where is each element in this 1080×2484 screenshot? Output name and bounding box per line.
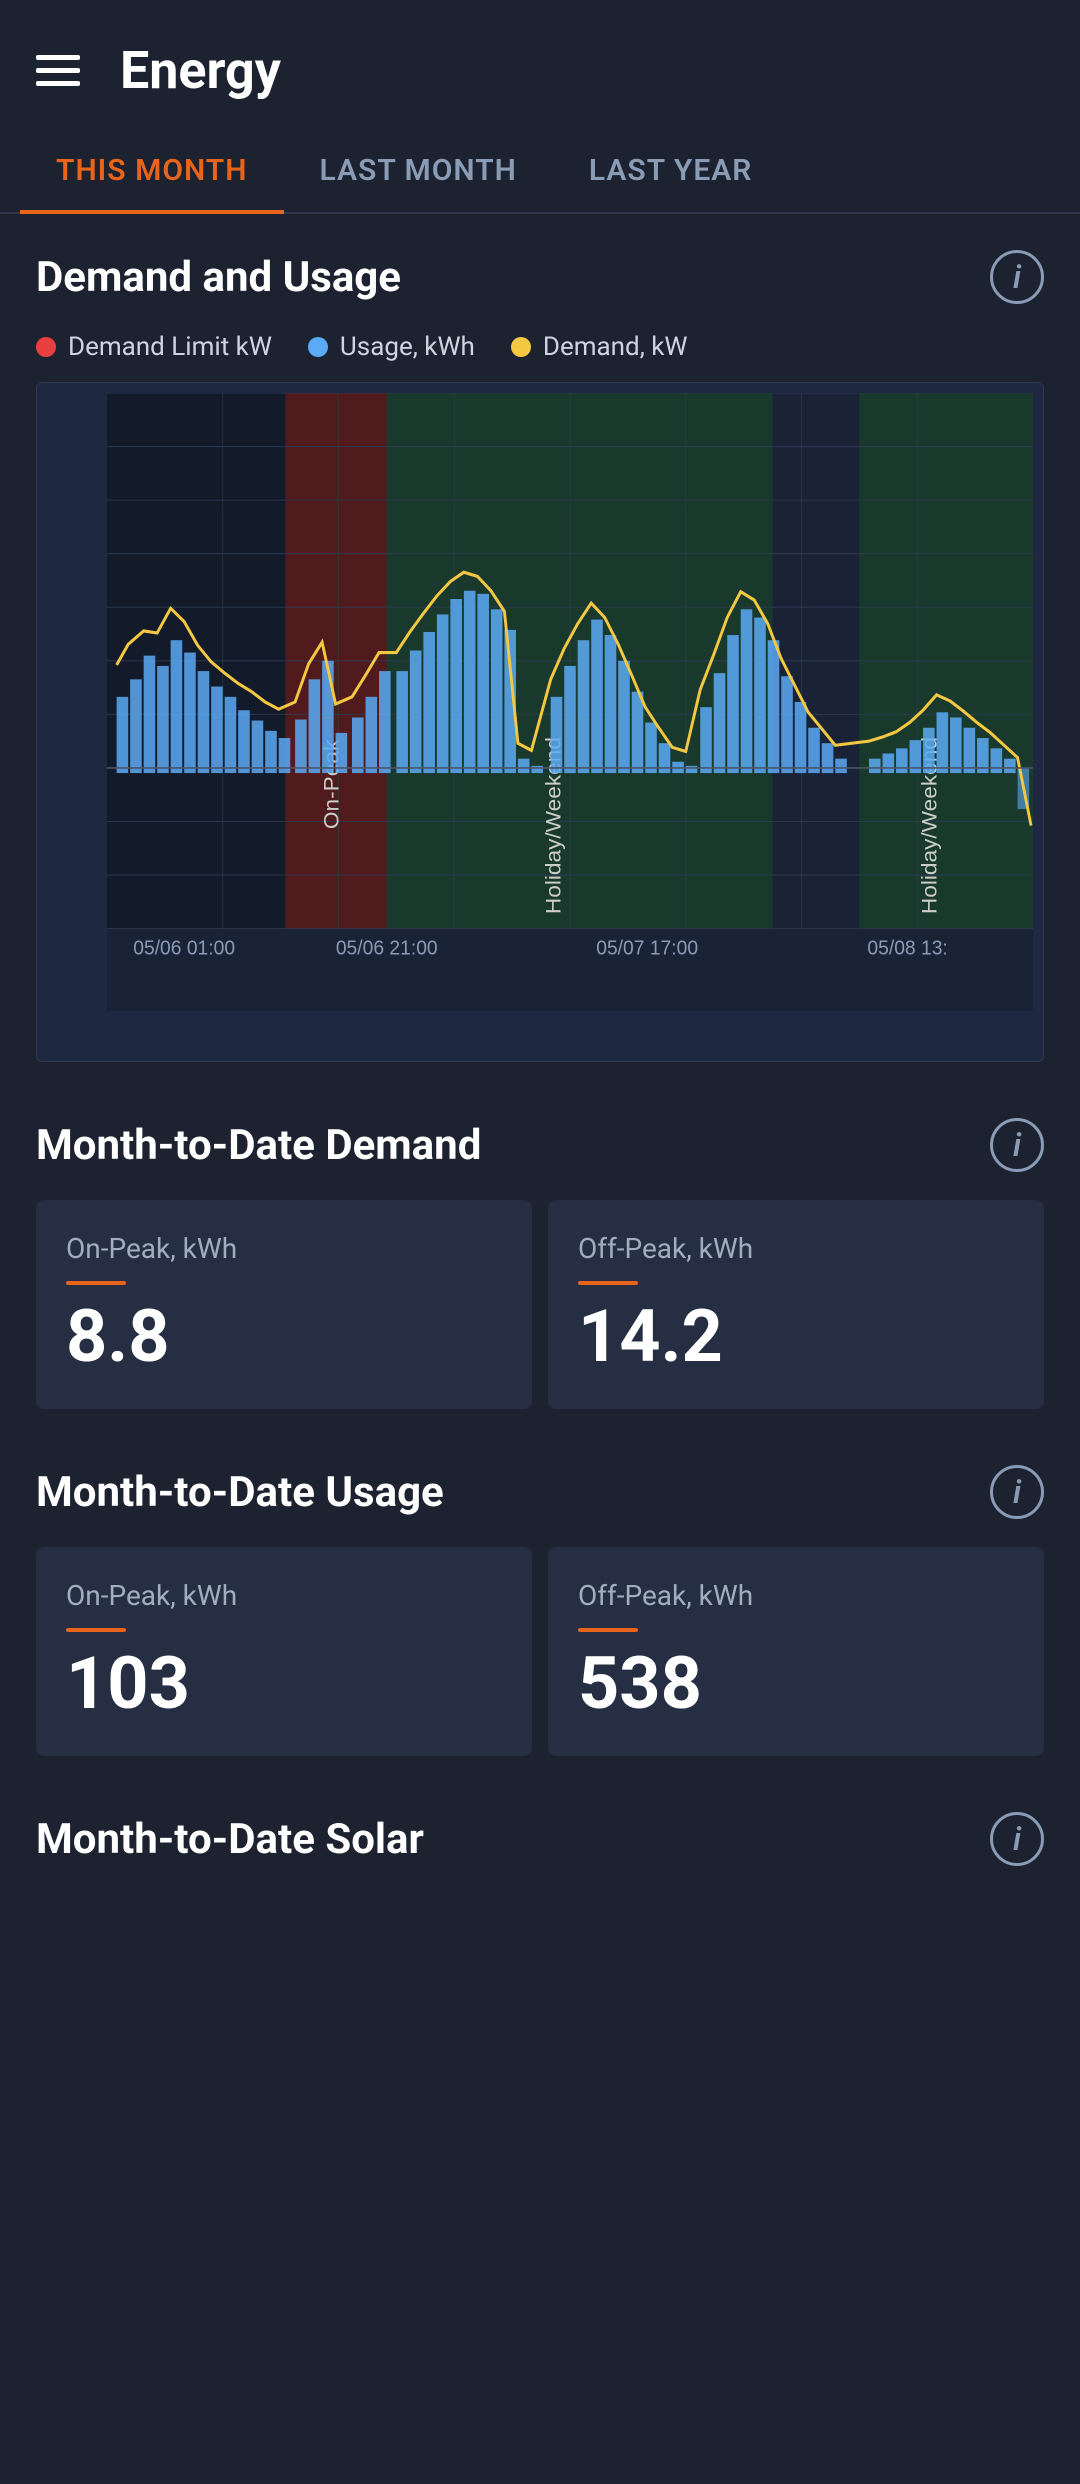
page-title: Energy [120,40,281,101]
demand-section-header: Month-to-Date Demand i [36,1118,1044,1172]
usage-on-peak-card: On-Peak, kWh 103 [36,1547,532,1756]
tab-last-month[interactable]: LAST MONTH [284,129,553,212]
usage-off-peak-value: 538 [578,1648,702,1720]
usage-on-peak-value: 103 [66,1648,190,1720]
month-to-date-usage-section: Month-to-Date Usage i On-Peak, kWh 103 O… [0,1429,1080,1776]
usage-stat-cards: On-Peak, kWh 103 Off-Peak, kWh 538 [36,1547,1044,1756]
usage-section-title: Month-to-Date Usage [36,1468,444,1517]
demand-on-peak-value: 8.8 [66,1301,170,1373]
usage-off-peak-card: Off-Peak, kWh 538 [548,1547,1044,1756]
demand-section-title: Month-to-Date Demand [36,1121,481,1170]
demand-off-peak-divider [578,1281,638,1285]
month-to-date-demand-section: Month-to-Date Demand i On-Peak, kWh 8.8 … [0,1082,1080,1429]
solar-section-header: Month-to-Date Solar i [36,1812,1044,1866]
usage-on-peak-divider [66,1628,126,1632]
svg-text:05/06 21:00: 05/06 21:00 [336,937,438,960]
usage-off-peak-divider [578,1628,638,1632]
demand-on-peak-divider [66,1281,126,1285]
legend-item-demand: Demand, kW [511,332,688,362]
usage-on-peak-label: On-Peak, kWh [66,1579,237,1612]
legend-item-usage: Usage, kWh [308,332,475,362]
tab-last-year[interactable]: LAST YEAR [553,129,788,212]
svg-text:05/07 17:00: 05/07 17:00 [596,937,698,960]
svg-text:05/06 01:00: 05/06 01:00 [133,937,235,960]
demand-usage-info-button[interactable]: i [990,250,1044,304]
period-tabs: THIS MONTH LAST MONTH LAST YEAR [0,129,1080,214]
demand-on-peak-card: On-Peak, kWh 8.8 [36,1200,532,1409]
demand-off-peak-card: Off-Peak, kWh 14.2 [548,1200,1044,1409]
demand-on-peak-label: On-Peak, kWh [66,1232,237,1265]
demand-off-peak-value: 14.2 [578,1301,723,1373]
solar-info-button[interactable]: i [990,1812,1044,1866]
demand-stat-cards: On-Peak, kWh 8.8 Off-Peak, kWh 14.2 [36,1200,1044,1409]
demand-usage-title: Demand and Usage [36,253,401,302]
svg-text:05/08 13:: 05/08 13: [867,937,947,960]
demand-info-button[interactable]: i [990,1118,1044,1172]
legend-item-demand-limit: Demand Limit kW [36,332,272,362]
demand-usage-chart: On-Peak Holiday/Weekend Holiday/Weekend … [36,382,1044,1062]
legend-dot-blue [308,337,328,357]
demand-usage-section: Demand and Usage i Demand Limit kW Usage… [0,214,1080,1082]
tab-this-month[interactable]: THIS MONTH [20,129,284,212]
usage-info-button[interactable]: i [990,1465,1044,1519]
month-to-date-solar-section: Month-to-Date Solar i [0,1776,1080,1914]
app-header: Energy [0,0,1080,129]
legend-dot-red [36,337,56,357]
legend-dot-yellow [511,337,531,357]
menu-button[interactable] [36,55,80,86]
usage-off-peak-label: Off-Peak, kWh [578,1579,753,1612]
usage-section-header: Month-to-Date Usage i [36,1465,1044,1519]
chart-legend: Demand Limit kW Usage, kWh Demand, kW [36,332,1044,362]
chart-svg: On-Peak Holiday/Weekend Holiday/Weekend … [107,393,1033,1011]
solar-section-title: Month-to-Date Solar [36,1815,424,1864]
section-header: Demand and Usage i [36,250,1044,304]
demand-off-peak-label: Off-Peak, kWh [578,1232,753,1265]
